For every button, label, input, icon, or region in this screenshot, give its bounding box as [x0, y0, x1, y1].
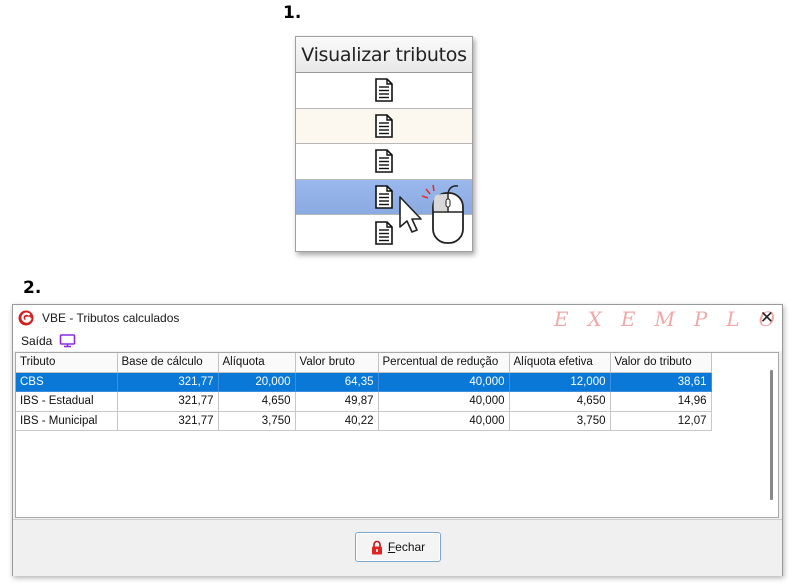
document-icon[interactable]	[374, 221, 394, 245]
table-cell[interactable]: 40,000	[377, 410, 510, 431]
column-row-3[interactable]	[296, 144, 472, 180]
table-row[interactable]: IBS - Municipal 321,77 3,750 40,22 40,000 3,7…	[16, 410, 712, 431]
fechar-label: Fechar	[387, 540, 426, 554]
column-header-cell[interactable]: Alíquota efetiva	[508, 353, 611, 373]
document-icon[interactable]	[374, 114, 394, 138]
watermark: EXEMPLO	[554, 307, 795, 331]
document-icon[interactable]	[374, 185, 394, 209]
table-cell[interactable]: 20,000	[217, 371, 296, 392]
monitor-icon[interactable]	[59, 334, 76, 348]
table-cell[interactable]: 12,000	[508, 371, 611, 392]
column-header: Visualizar tributos	[296, 37, 472, 73]
table-cell[interactable]: 4,650	[217, 391, 296, 412]
table-cell[interactable]: 40,000	[377, 391, 510, 412]
table-cell[interactable]: 4,650	[508, 391, 611, 412]
table-row[interactable]: CBS 321,77 20,000 64,35 40,000 12,000 38,61	[16, 371, 712, 392]
column-header-cell[interactable]: Base de cálculo	[116, 353, 219, 373]
title-bar: VBE - Tributos calculados EXEMPLO ✕	[13, 305, 782, 331]
close-icon[interactable]: ✕	[760, 308, 774, 328]
table-cell[interactable]: CBS	[16, 371, 118, 392]
column-header-cell[interactable]: Tributo	[16, 353, 118, 373]
table-cell[interactable]: 321,77	[116, 391, 219, 412]
vertical-scrollbar[interactable]	[770, 370, 773, 500]
column-row-1[interactable]	[296, 73, 472, 109]
column-header-cell[interactable]: Valor bruto	[294, 353, 379, 373]
lock-icon	[371, 540, 382, 554]
table-row[interactable]: IBS - Estadual 321,77 4,650 49,87 40,000 4,65…	[16, 391, 712, 412]
column-row-2[interactable]	[296, 108, 472, 145]
table-cell[interactable]: 38,61	[609, 371, 712, 392]
table-cell[interactable]: IBS - Municipal	[16, 410, 118, 431]
grid-header-row: Tributo Base de cálculo Alíquota Valor brut…	[16, 353, 712, 373]
table-cell[interactable]: 64,35	[294, 371, 379, 392]
mouse-click-icon	[398, 183, 478, 253]
document-icon[interactable]	[374, 149, 394, 174]
tributos-grid[interactable]: Tributo Base de cálculo Alíquota Valor brut…	[15, 352, 779, 518]
table-cell[interactable]: 49,87	[294, 391, 379, 412]
table-cell[interactable]: 321,77	[116, 410, 219, 431]
step-number-1: 1.	[283, 3, 302, 23]
footer-bar: Fechar	[13, 519, 782, 576]
window-title: VBE - Tributos calculados	[42, 311, 180, 325]
column-header-cell[interactable]: Valor do tributo	[609, 353, 712, 373]
menu-item-saida[interactable]: Saída	[21, 334, 52, 348]
column-header-cell[interactable]: Alíquota	[217, 353, 296, 373]
table-cell[interactable]: 12,07	[609, 410, 712, 431]
table-cell[interactable]: 3,750	[217, 410, 296, 431]
fechar-button[interactable]: Fechar	[355, 532, 441, 562]
menu-bar: Saída	[13, 331, 782, 351]
table-cell[interactable]: 40,000	[377, 371, 510, 392]
table-cell[interactable]: 3,750	[508, 410, 611, 431]
column-header-cell[interactable]: Percentual de redução	[377, 353, 510, 373]
tributos-window: VBE - Tributos calculados EXEMPLO ✕ Saíd…	[12, 304, 783, 576]
table-cell[interactable]: IBS - Estadual	[16, 391, 118, 412]
table-cell[interactable]: 321,77	[116, 371, 219, 392]
table-cell[interactable]: 14,96	[609, 391, 712, 412]
step-number-2: 2.	[23, 278, 42, 298]
table-cell[interactable]: 40,22	[294, 410, 379, 431]
document-icon[interactable]	[374, 78, 394, 103]
app-logo-icon	[18, 310, 34, 326]
